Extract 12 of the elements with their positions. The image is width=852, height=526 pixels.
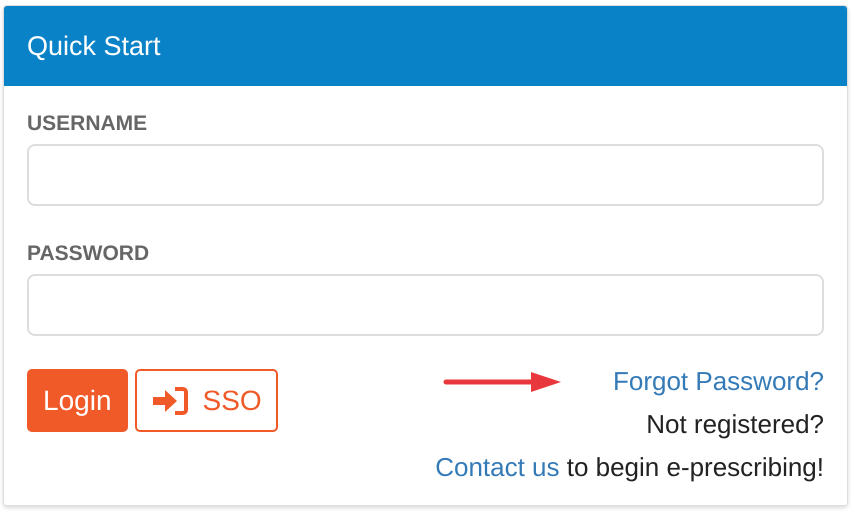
input-field[interactable] <box>27 274 824 336</box>
contact-link[interactable]: Contact us <box>435 452 560 482</box>
sign-in-icon <box>150 386 189 416</box>
panel-title: Quick Start <box>27 30 161 62</box>
login-button[interactable]: Login <box>27 369 128 432</box>
field-label: PASSWORD <box>27 242 150 266</box>
register-question: Not registered? <box>646 409 824 440</box>
input-field[interactable] <box>27 144 824 206</box>
forgot-password-link[interactable]: Forgot Password? <box>613 366 824 397</box>
contact-sentence: Contact us to begin e-prescribing! <box>435 452 824 483</box>
field-label: USERNAME <box>27 112 148 136</box>
sso-button[interactable]: SSO <box>134 369 278 432</box>
